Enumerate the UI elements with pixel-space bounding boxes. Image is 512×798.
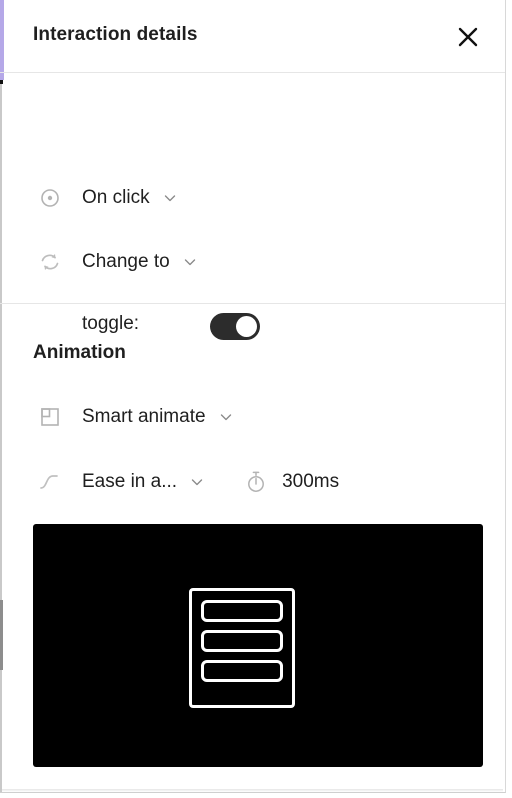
animation-section-title: Animation (33, 342, 126, 363)
trigger-action-section: On click Change to toggle: (0, 73, 505, 340)
close-icon[interactable] (453, 22, 483, 52)
window-bottom-shadow (2, 789, 503, 792)
trigger-label: On click (82, 187, 150, 208)
preview-wireframe-bar (201, 660, 283, 682)
smart-animate-icon (38, 405, 62, 429)
click-target-icon (38, 186, 62, 210)
animation-type-row[interactable]: Smart animate (38, 405, 235, 429)
chevron-down-icon[interactable] (161, 189, 179, 207)
duration-group[interactable]: 300ms (244, 470, 339, 494)
chevron-down-icon[interactable] (217, 408, 235, 426)
animation-type-label: Smart animate (82, 406, 206, 427)
action-label: Change to (82, 251, 170, 272)
easing-curve-icon (38, 470, 62, 494)
duration-value: 300ms (282, 471, 340, 492)
animation-preview[interactable] (33, 524, 483, 767)
trigger-row[interactable]: On click (38, 186, 179, 210)
interaction-details-panel: Interaction details On click Change to t… (0, 0, 506, 793)
chevron-down-icon[interactable] (188, 473, 206, 491)
change-to-swap-icon (38, 250, 62, 274)
easing-row[interactable]: Ease in a... 300ms (38, 470, 339, 494)
panel-header: Interaction details (0, 0, 505, 73)
stopwatch-icon (244, 470, 268, 494)
preview-wireframe-bar (201, 630, 283, 652)
page-title: Interaction details (33, 24, 198, 45)
easing-label: Ease in a... (82, 471, 178, 492)
animation-section: Animation Smart animate Ease in a... 300… (0, 304, 505, 792)
chevron-down-icon[interactable] (181, 253, 199, 271)
action-row[interactable]: Change to (38, 250, 199, 274)
preview-wireframe-card (189, 588, 295, 708)
screen-root: Interaction details On click Change to t… (0, 0, 512, 798)
preview-wireframe-bar (201, 600, 283, 622)
